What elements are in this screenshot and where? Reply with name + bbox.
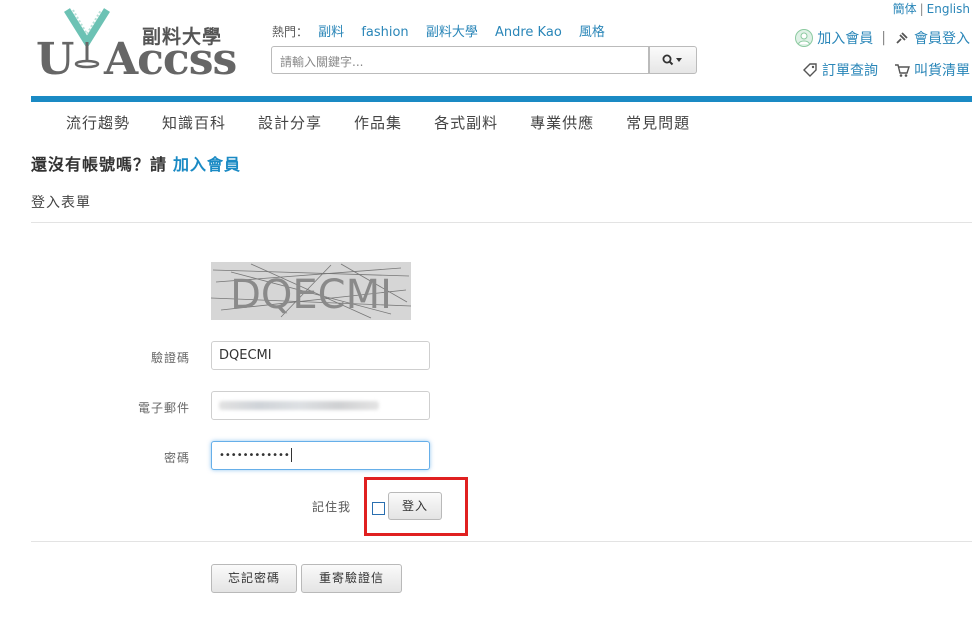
email-field[interactable] [211, 391, 430, 420]
password-field[interactable]: •••••••••••• [211, 441, 430, 470]
nav-item-knowledge[interactable]: 知識百科 [162, 112, 226, 133]
hot-link-4[interactable]: Andre Kao [495, 25, 562, 40]
account-links: 加入會員 | 會員登入 [795, 28, 970, 48]
order-list-link[interactable]: 叫貨清單 [914, 60, 970, 80]
form-title: 登入表單 [31, 195, 91, 211]
tag-icon [803, 63, 817, 77]
hot-link-5[interactable]: 風格 [579, 25, 605, 40]
hot-link-3[interactable]: 副料大學 [426, 25, 478, 40]
nav-item-works[interactable]: 作品集 [354, 112, 402, 133]
hot-link-2[interactable]: fashion [361, 25, 408, 40]
search-button[interactable] [649, 46, 697, 74]
signup-prompt-text: 還沒有帳號嗎？請 [31, 155, 168, 174]
forgot-password-button[interactable]: 忘記密碼 [211, 564, 297, 593]
hot-keywords: 熱門： 副料 fashion 副料大學 Andre Kao 風格 [272, 21, 618, 40]
hot-label: 熱門： [272, 25, 309, 39]
signup-prompt: 還沒有帳號嗎？請 加入會員 [31, 151, 241, 175]
member-login-link[interactable]: 會員登入 [914, 28, 970, 48]
password-label: 密碼 [163, 451, 190, 465]
nav-item-trends[interactable]: 流行趨勢 [66, 112, 130, 133]
user-icon [795, 29, 814, 47]
cart-icon [895, 64, 910, 77]
lang-simplified-link[interactable]: 簡体 [893, 2, 917, 16]
captcha-input[interactable]: DQECMI [211, 341, 430, 370]
form-divider-bottom [31, 541, 972, 542]
captcha-image: DQECMI [211, 262, 411, 320]
order-query-link[interactable]: 訂單查詢 [822, 60, 878, 80]
join-member-link[interactable]: 加入會員 [817, 28, 873, 48]
resend-verification-button[interactable]: 重寄驗證信 [301, 564, 402, 593]
header-divider [31, 96, 972, 102]
form-divider-top [31, 222, 972, 223]
nav-item-design[interactable]: 設計分享 [258, 112, 322, 133]
redacted-email [219, 401, 379, 410]
search-icon [662, 54, 682, 66]
logo-accss: Accss [104, 34, 237, 85]
remember-me-label: 記住我 [312, 500, 352, 514]
logo-u: U [36, 34, 75, 85]
language-switch: 簡体 | English [892, 2, 970, 16]
email-label: 電子郵件 [137, 401, 190, 415]
hot-link-1[interactable]: 副料 [318, 25, 344, 40]
lang-english-link[interactable]: English [927, 2, 970, 16]
password-value: •••••••••••• [219, 450, 290, 461]
captcha-label: 驗證碼 [150, 351, 190, 365]
nav-item-faq[interactable]: 常見問題 [626, 112, 690, 133]
captcha-text: DQECMI [230, 272, 392, 318]
nav-item-supply[interactable]: 專業供應 [530, 112, 594, 133]
signup-link[interactable]: 加入會員 [173, 155, 241, 174]
main-nav: 流行趨勢 知識百科 設計分享 作品集 各式副料 專業供應 常見問題 [66, 112, 690, 133]
account-links-2: 訂單查詢 叫貨清單 [802, 60, 970, 80]
highlight-box [364, 477, 468, 536]
nav-item-accessories[interactable]: 各式副料 [434, 112, 498, 133]
plug-icon [896, 32, 908, 44]
search-input[interactable]: 請輸入關鍵字... [271, 46, 649, 74]
